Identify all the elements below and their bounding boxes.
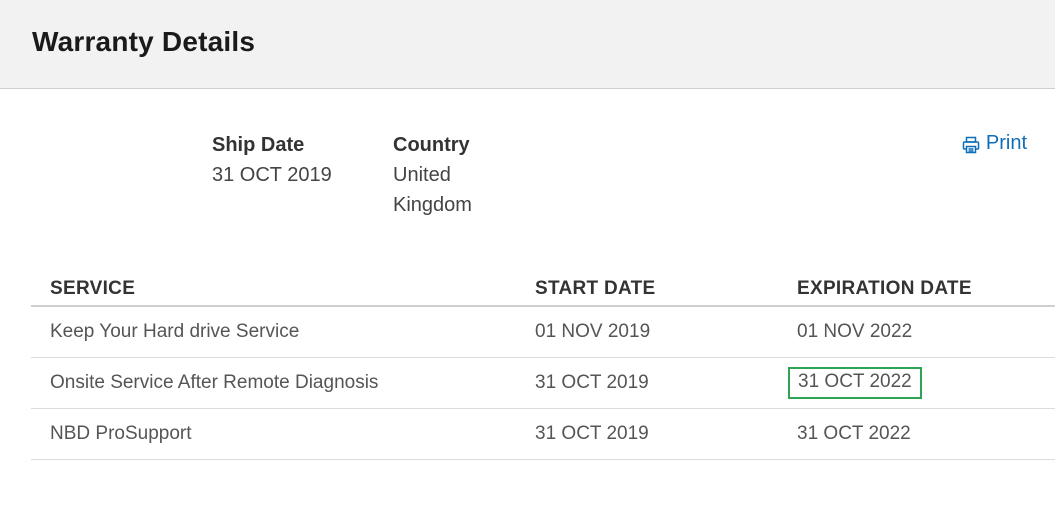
ship-date-value: 31 OCT 2019 <box>212 164 332 186</box>
table-header-row: SERVICE START DATE EXPIRATION DATE <box>31 272 1055 307</box>
expiration-date-cell: 31 OCT 2022 <box>797 408 1055 460</box>
country-value: United Kingdom <box>393 164 472 216</box>
expiration-date-cell: 01 NOV 2022 <box>797 306 1055 358</box>
warranty-table: SERVICE START DATE EXPIRATION DATE Keep … <box>31 272 1055 460</box>
expiration-date-cell: 31 OCT 2022 <box>788 357 1055 409</box>
country-block: Country United Kingdom <box>393 132 513 220</box>
header-start-date: START DATE <box>535 272 797 307</box>
page-header: Warranty Details <box>0 0 1055 89</box>
header-service: SERVICE <box>31 272 535 307</box>
expiration-highlight: 31 OCT 2022 <box>788 366 922 399</box>
service-cell: NBD ProSupport <box>31 408 535 460</box>
table-row: Onsite Service After Remote Diagnosis 31… <box>31 357 1055 409</box>
ship-date-block: Ship Date 31 OCT 2019 <box>212 132 332 190</box>
start-date-cell: 01 NOV 2019 <box>535 306 797 358</box>
table-row: Keep Your Hard drive Service 01 NOV 2019… <box>31 306 1055 358</box>
service-cell: Onsite Service After Remote Diagnosis <box>31 357 535 409</box>
print-label: Print <box>985 132 1027 154</box>
start-date-cell: 31 OCT 2019 <box>535 357 797 409</box>
ship-date-label: Ship Date <box>212 134 305 156</box>
print-link[interactable]: Print <box>962 132 1027 155</box>
table-row: NBD ProSupport 31 OCT 2019 31 OCT 2022 <box>31 408 1055 460</box>
page-title: Warranty Details <box>32 26 256 57</box>
printer-icon <box>962 134 980 154</box>
start-date-cell: 31 OCT 2019 <box>535 408 797 460</box>
header-expiration-date: EXPIRATION DATE <box>797 272 1055 307</box>
country-label: Country <box>393 134 470 156</box>
service-cell: Keep Your Hard drive Service <box>31 306 535 358</box>
